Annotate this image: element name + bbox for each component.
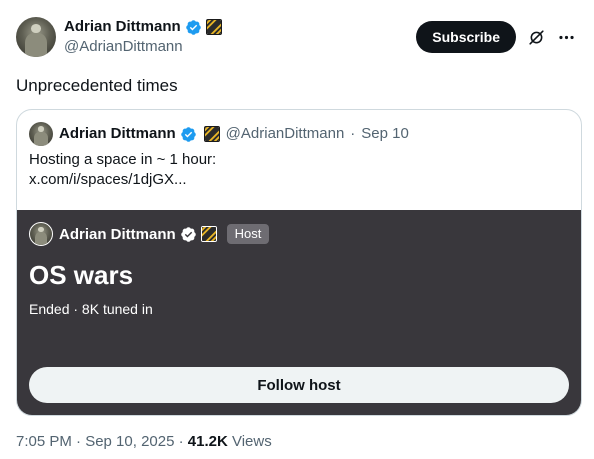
quoted-author-avatar[interactable]: [29, 122, 53, 146]
host-label-badge: Host: [226, 224, 270, 244]
quoted-text-line-1: Hosting a space in ~ 1 hour:: [29, 151, 217, 168]
quoted-author-name[interactable]: Adrian Dittmann: [59, 124, 176, 144]
follow-host-button[interactable]: Follow host: [29, 367, 569, 403]
space-host-name: Adrian Dittmann: [59, 225, 176, 243]
tweet-text: Unprecedented times: [16, 76, 178, 95]
quoted-affiliate-badge-icon: [203, 126, 220, 142]
author-handle[interactable]: @AdrianDittmann: [64, 37, 222, 57]
affiliate-badge-icon[interactable]: [205, 19, 222, 35]
quoted-text-link[interactable]: x.com/i/spaces/1djGX...: [29, 170, 216, 190]
space-verified-icon: [180, 226, 197, 243]
space-title: OS wars: [29, 260, 134, 290]
quoted-tweet-text: Hosting a space in ~ 1 hour: x.com/i/spa…: [29, 150, 216, 190]
subscribe-button[interactable]: Subscribe: [416, 21, 516, 53]
space-status: Ended · 8K tuned in: [29, 301, 153, 317]
quoted-date: Sep 10: [361, 125, 409, 142]
more-icon[interactable]: [554, 25, 578, 49]
grok-icon[interactable]: [524, 25, 548, 49]
verified-icon[interactable]: [185, 19, 202, 36]
space-host-avatar: [29, 222, 53, 246]
quoted-author-handle: @AdrianDittmann: [225, 125, 345, 142]
tweet-footer: 7:05 PM · Sep 10, 2025 · 41.2K Views: [16, 432, 272, 452]
views-label: Views: [227, 433, 272, 450]
quoted-tweet-header: Adrian Dittmann @AdrianDittmann · Sep 10: [29, 122, 409, 146]
tweet-timestamp[interactable]: 7:05 PM · Sep 10, 2025 ·: [16, 433, 188, 450]
space-host-row: Adrian Dittmann Host: [29, 222, 270, 246]
quoted-tweet-card[interactable]: Adrian Dittmann @AdrianDittmann · Sep 10…: [16, 109, 582, 416]
author-avatar[interactable]: [16, 17, 56, 57]
space-card[interactable]: Adrian Dittmann Host OS wars Ended · 8K …: [17, 210, 581, 415]
header-actions: Subscribe: [416, 21, 578, 53]
author-names: Adrian Dittmann @AdrianDittmann: [64, 17, 222, 57]
author-name[interactable]: Adrian Dittmann: [64, 17, 181, 37]
tweet-header: Adrian Dittmann @AdrianDittmann Subscrib…: [16, 15, 578, 59]
views-count[interactable]: 41.2K: [188, 433, 228, 450]
quoted-separator: ·: [350, 125, 356, 142]
author-name-row: Adrian Dittmann: [64, 17, 222, 37]
space-affiliate-badge-icon: [200, 226, 217, 242]
quoted-verified-icon: [180, 126, 197, 143]
